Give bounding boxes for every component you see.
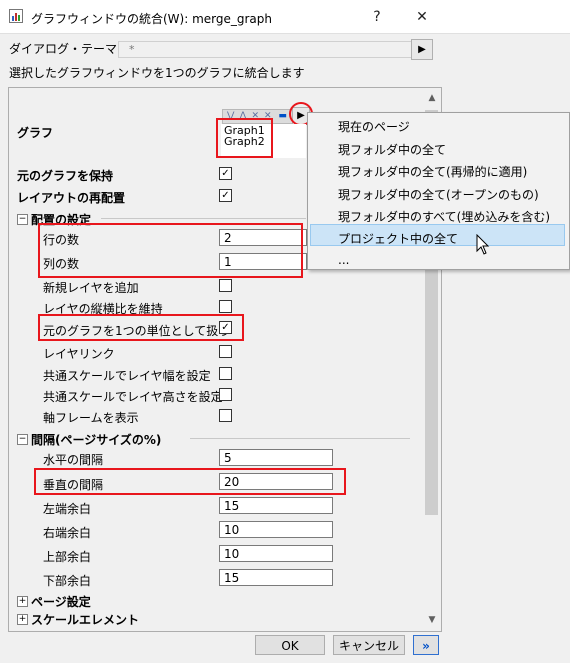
- common-height-label: 共通スケールでレイヤ高さを設定: [43, 390, 223, 404]
- expand-icon[interactable]: +: [17, 614, 28, 625]
- highlight-box: [34, 468, 346, 495]
- spacing-header: 間隔(ページサイズの%): [31, 433, 162, 447]
- cancel-button[interactable]: キャンセル: [333, 635, 405, 655]
- menu-item-current-page[interactable]: 現在のページ: [338, 118, 410, 135]
- mouse-cursor-icon: [476, 234, 490, 255]
- common-width-checkbox[interactable]: [219, 367, 232, 380]
- theme-label: ダイアログ・テーマ(H): [9, 42, 136, 56]
- ok-button[interactable]: OK: [255, 635, 325, 655]
- left-margin-input[interactable]: 15: [219, 497, 333, 514]
- title-bar: グラフウィンドウの統合(W): merge_graph ? ✕: [0, 0, 570, 34]
- menu-item-folder-all[interactable]: 現フォルダ中の全て: [338, 141, 446, 158]
- scroll-down-icon[interactable]: ▼: [424, 612, 440, 628]
- close-button[interactable]: ✕: [411, 7, 433, 27]
- common-height-checkbox[interactable]: [219, 388, 232, 401]
- dialog-description: 選択したグラフウィンドウを1つのグラフに統合します: [9, 66, 305, 80]
- layer-link-label: レイヤリンク: [43, 347, 115, 361]
- highlight-box: [38, 314, 244, 341]
- menu-item-project-all[interactable]: プロジェクト中の全て: [338, 230, 458, 247]
- top-margin-input[interactable]: 10: [219, 545, 333, 562]
- collapse-icon[interactable]: −: [17, 214, 28, 225]
- rearrange-checkbox[interactable]: ✓: [219, 189, 232, 202]
- section-divider: [101, 218, 306, 219]
- graph-label: グラフ: [17, 126, 54, 140]
- right-margin-label: 右端余白: [43, 526, 92, 540]
- h-gap-label: 水平の間隔: [43, 453, 104, 467]
- add-layer-checkbox[interactable]: [219, 279, 232, 292]
- menu-item-folder-open[interactable]: 現フォルダ中の全て(オープンのもの): [338, 186, 539, 203]
- play-arrow-icon: ▶: [418, 44, 426, 55]
- rearrange-label: レイアウトの再配置: [17, 191, 126, 205]
- theme-menu-button[interactable]: ▶: [411, 39, 433, 60]
- left-margin-label: 左端余白: [43, 502, 92, 516]
- bottom-margin-label: 下部余白: [43, 574, 92, 588]
- show-frame-label: 軸フレームを表示: [43, 411, 139, 425]
- select-icon[interactable]: ▬: [278, 111, 287, 121]
- layer-link-checkbox[interactable]: [219, 345, 232, 358]
- keep-ratio-checkbox[interactable]: [219, 300, 232, 313]
- keep-source-label: 元のグラフを保持: [17, 169, 114, 183]
- top-margin-label: 上部余白: [43, 550, 92, 564]
- menu-item-folder-embedded[interactable]: 現フォルダ中のすべて(埋め込みを含む): [338, 208, 550, 225]
- menu-item-more[interactable]: ...: [338, 253, 349, 267]
- expand-icon[interactable]: +: [17, 596, 28, 607]
- highlight-box: [216, 118, 273, 158]
- common-width-label: 共通スケールでレイヤ幅を設定: [43, 369, 211, 383]
- collapse-icon[interactable]: −: [17, 434, 28, 445]
- more-options-button[interactable]: »: [413, 635, 439, 655]
- highlight-box: [38, 223, 303, 278]
- section-divider: [190, 438, 410, 439]
- right-margin-input[interactable]: 10: [219, 521, 333, 538]
- bottom-margin-input[interactable]: 15: [219, 569, 333, 586]
- scale-element-header[interactable]: スケールエレメント: [31, 611, 139, 628]
- help-button[interactable]: ?: [366, 7, 388, 27]
- h-gap-input[interactable]: 5: [219, 449, 333, 466]
- theme-combo[interactable]: *: [118, 41, 415, 58]
- scroll-up-icon[interactable]: ▲: [424, 90, 440, 106]
- check-icon: ✓: [221, 168, 230, 179]
- double-chevron-icon: »: [422, 639, 430, 653]
- graph-window-icon: [9, 9, 23, 23]
- keep-source-checkbox[interactable]: ✓: [219, 167, 232, 180]
- page-settings-header[interactable]: ページ設定: [31, 593, 91, 610]
- add-layer-label: 新規レイヤを追加: [43, 281, 139, 295]
- menu-item-folder-recursive[interactable]: 現フォルダ中の全て(再帰的に適用): [338, 163, 527, 180]
- window-title: グラフウィンドウの統合(W): merge_graph: [31, 12, 273, 26]
- check-icon: ✓: [221, 190, 230, 201]
- show-frame-checkbox[interactable]: [219, 409, 232, 422]
